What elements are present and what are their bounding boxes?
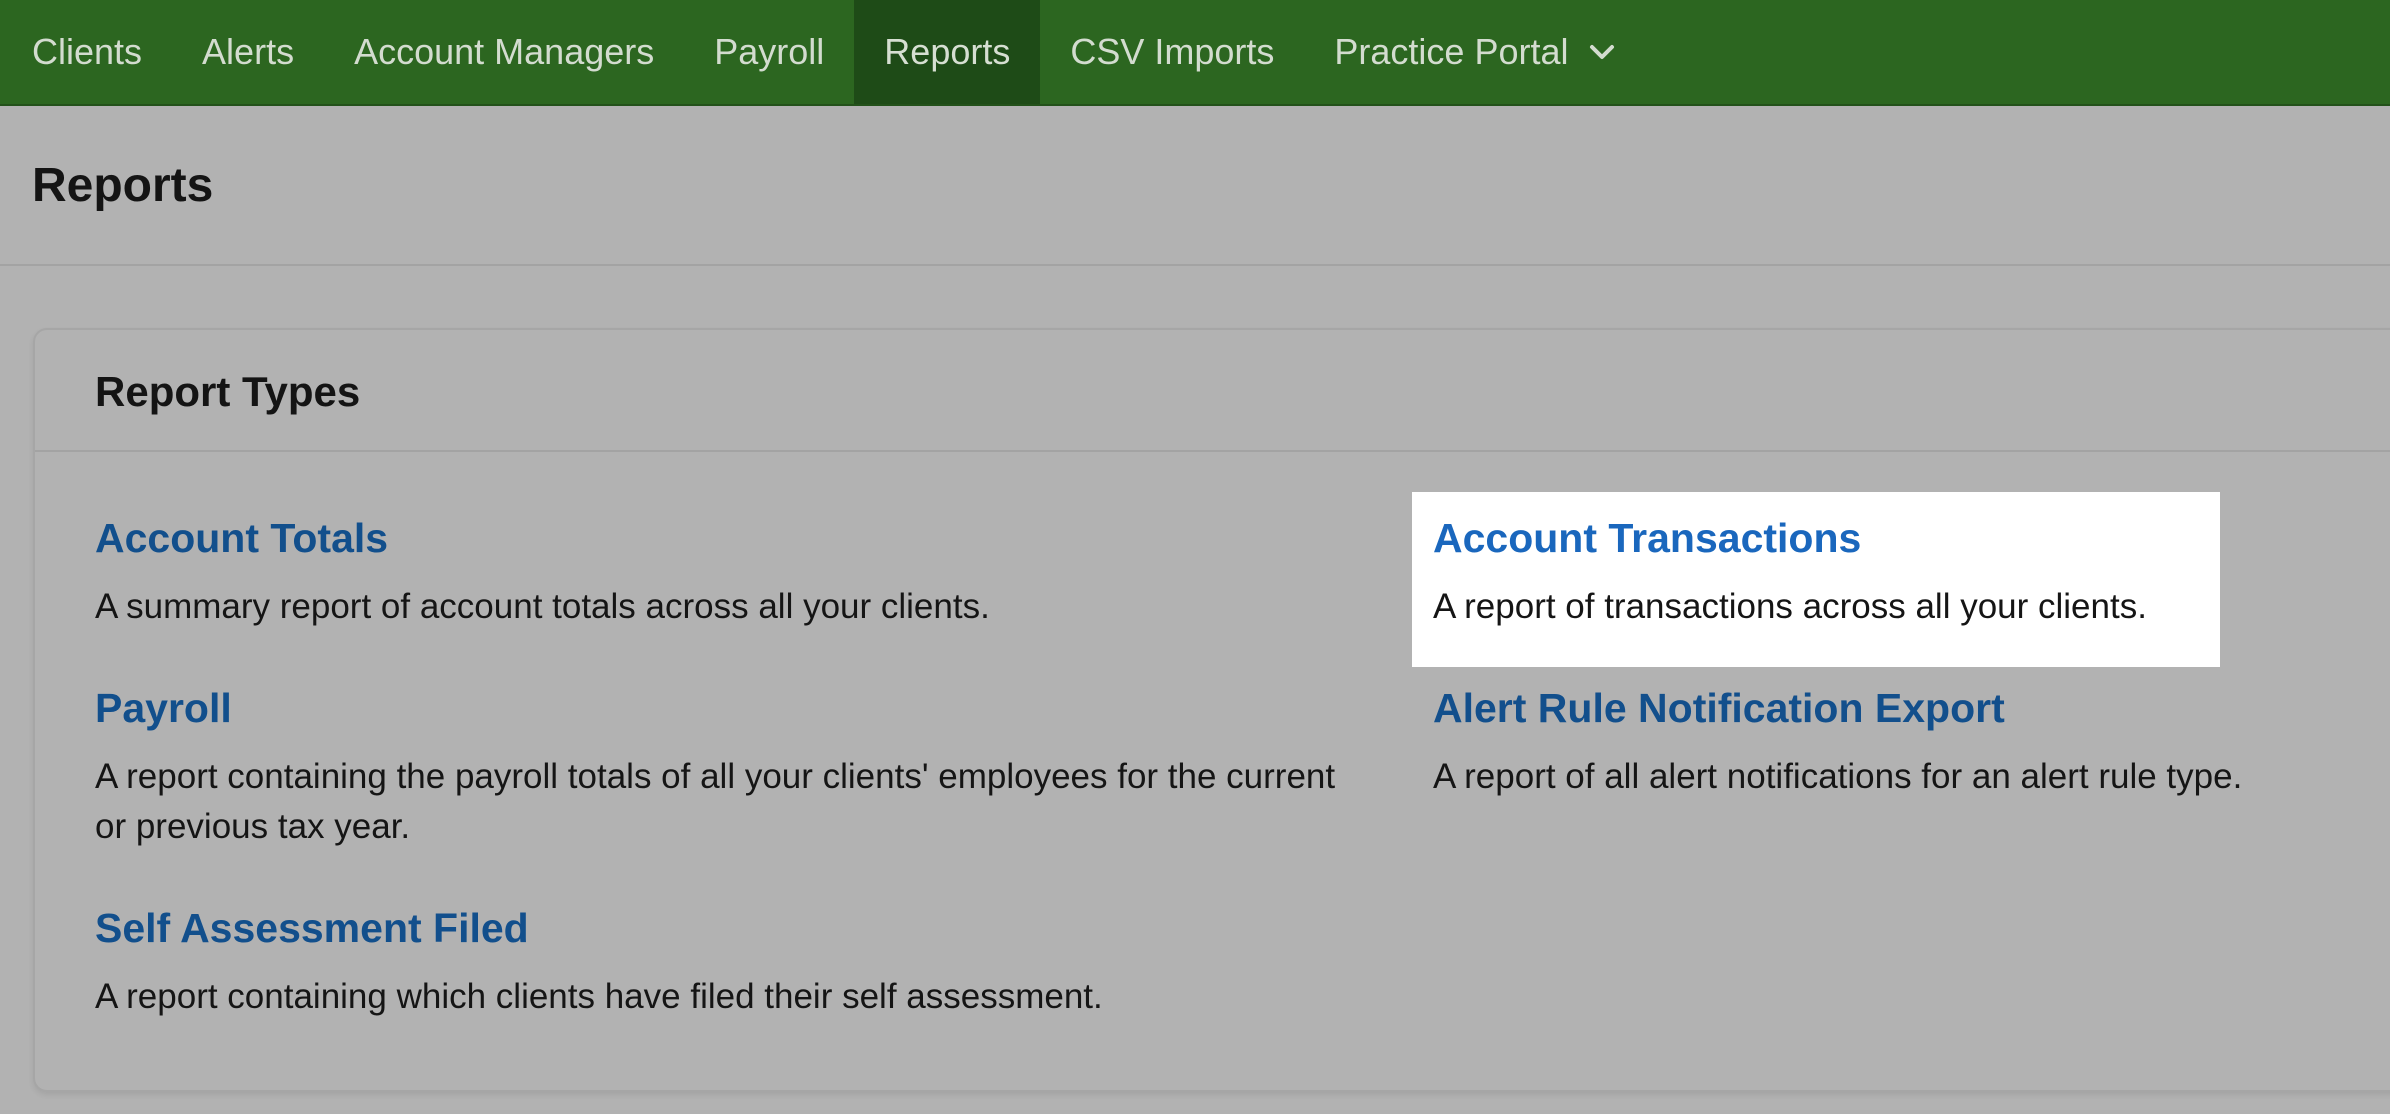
report-description: A summary report of account totals acros…	[95, 587, 990, 626]
nav-item-csv-imports[interactable]: CSV Imports	[1040, 0, 1304, 104]
nav-item-label: Reports	[884, 31, 1011, 72]
card-title: Report Types	[95, 368, 361, 415]
report-item-account-transactions: Account Transactions A report of transac…	[1433, 515, 2233, 632]
report-link-payroll[interactable]: Payroll	[95, 685, 1355, 732]
report-description: A report containing the payroll totals o…	[95, 757, 1336, 846]
nav-item-reports[interactable]: Reports	[854, 0, 1041, 104]
nav-item-label: Alerts	[202, 31, 295, 72]
page-title: Reports	[32, 159, 214, 212]
nav-item-payroll[interactable]: Payroll	[684, 0, 854, 104]
report-item-payroll: Payroll A report containing the payroll …	[95, 685, 1355, 852]
nav-item-label: Account Managers	[354, 31, 655, 72]
nav-item-label: CSV Imports	[1070, 31, 1275, 72]
report-description: A report of transactions across all your…	[1433, 587, 2147, 626]
report-link-account-totals[interactable]: Account Totals	[95, 515, 1395, 562]
report-item-account-totals: Account Totals A summary report of accou…	[95, 515, 1395, 632]
nav-item-alerts[interactable]: Alerts	[172, 0, 324, 104]
report-item-self-assessment-filed: Self Assessment Filed A report containin…	[95, 905, 1395, 1022]
nav-item-account-managers[interactable]: Account Managers	[324, 0, 684, 104]
card-header: Report Types	[35, 330, 2390, 452]
page-header: Reports	[0, 106, 2390, 266]
report-link-self-assessment-filed[interactable]: Self Assessment Filed	[95, 905, 1395, 952]
report-link-account-transactions[interactable]: Account Transactions	[1433, 515, 2233, 562]
report-description: A report containing which clients have f…	[95, 977, 1103, 1016]
nav-item-label: Payroll	[714, 31, 825, 72]
nav-item-practice-portal[interactable]: Practice Portal	[1304, 0, 1644, 104]
report-description: A report of all alert notifications for …	[1433, 757, 2243, 796]
report-item-alert-rule-notification-export: Alert Rule Notification Export A report …	[1433, 685, 2363, 802]
report-link-alert-rule-notification-export[interactable]: Alert Rule Notification Export	[1433, 685, 2363, 732]
nav-item-label: Clients	[32, 31, 143, 72]
report-types-card: Report Types Account Totals A summary re…	[33, 328, 2390, 1092]
chevron-down-icon	[1589, 44, 1615, 60]
top-navigation: Clients Alerts Account Managers Payroll …	[0, 0, 2390, 106]
nav-item-label: Practice Portal	[1334, 31, 1569, 72]
nav-item-clients[interactable]: Clients	[2, 0, 172, 104]
